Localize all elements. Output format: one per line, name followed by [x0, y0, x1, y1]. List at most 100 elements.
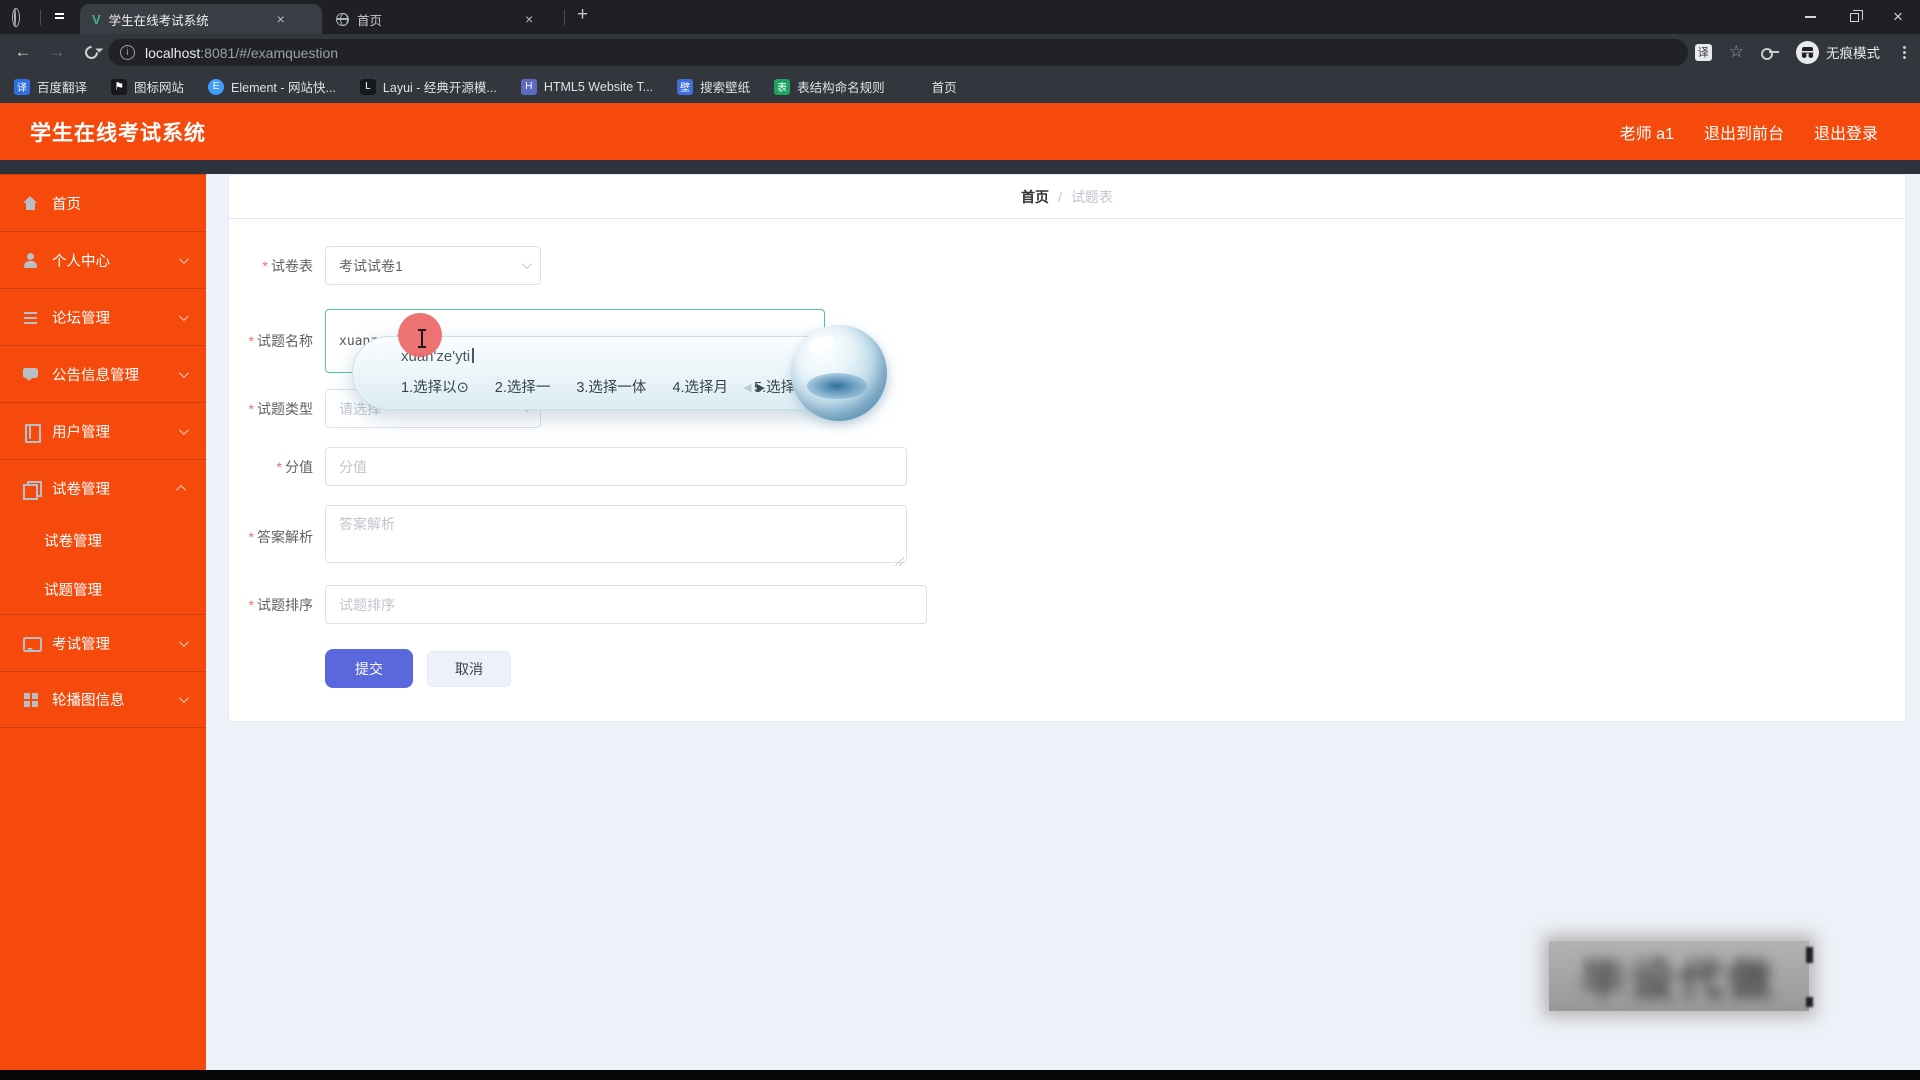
textarea-resize-grip[interactable]: [895, 557, 904, 566]
paper-select[interactable]: 考试试卷1: [325, 246, 541, 285]
bookmark-item[interactable]: 图标网站: [111, 77, 184, 96]
back-button[interactable]: [8, 34, 38, 70]
globe-favicon: [336, 12, 349, 26]
exit-to-front-link[interactable]: 退出到前台: [1704, 120, 1784, 144]
sidebar-item[interactable]: 个人中心: [0, 231, 206, 288]
select-chevron-icon: [521, 259, 532, 270]
bookmark-item[interactable]: 首页: [909, 77, 957, 96]
score-input[interactable]: [325, 447, 907, 486]
tab-divider: [40, 10, 41, 25]
tab-divider: [564, 10, 565, 25]
tab-exam-system[interactable]: V 学生在线考试系统: [80, 4, 322, 34]
pinned-tab-globe-icon[interactable]: [14, 8, 16, 27]
restore-icon: [1849, 9, 1863, 22]
sidebar-item-label: 首页: [52, 196, 81, 213]
ime-skin-sphere: [791, 325, 887, 421]
current-user-label: 老师 a1: [1619, 125, 1674, 143]
required-mark: *: [276, 458, 282, 475]
sidebar-item[interactable]: 试题管理: [0, 565, 206, 614]
site-info-icon[interactable]: [120, 45, 135, 60]
form-row-paper: * 试卷表 考试试卷1: [229, 246, 541, 285]
breadcrumb: 首页 / 试题表: [229, 175, 1905, 219]
sidebar-item[interactable]: 试卷管理: [0, 516, 206, 565]
form-card: 首页 / 试题表 *试卷表 考试试卷1 *试题名称 *试题类型 请选择 *分值: [228, 174, 1906, 722]
translate-icon[interactable]: [1694, 43, 1712, 61]
sidebar-item[interactable]: 考试管理: [0, 614, 206, 671]
bookmark-item[interactable]: 表结构命名规则: [774, 77, 885, 96]
sidebar-item-icon: [22, 480, 42, 500]
bookmark-favicon: [520, 78, 537, 95]
ime-candidate[interactable]: 2.选择一: [495, 376, 551, 397]
sidebar-menu: 首页 个人中心 论坛管理 公告信息管理 用户管理 试卷管理 试卷管理 试题管理 …: [0, 174, 206, 1070]
forward-icon: [49, 42, 66, 62]
app-header: 学生在线考试系统 老师 a1 退出到前台 退出登录: [0, 103, 1920, 160]
sidebar-item-label: 试卷管理: [44, 534, 102, 550]
incognito-badge: 无痕模式: [1796, 40, 1880, 64]
window-restore-button[interactable]: [1832, 0, 1876, 34]
sidebar-item[interactable]: 公告信息管理: [0, 345, 206, 402]
chevron-down-icon: [178, 693, 189, 704]
logout-link[interactable]: 退出登录: [1814, 120, 1878, 144]
bookmark-favicon: [677, 78, 694, 95]
sidebar-item-icon: [22, 195, 39, 212]
main-content: 首页 / 试题表 *试卷表 考试试卷1 *试题名称 *试题类型 请选择 *分值: [206, 174, 1920, 1070]
sidebar-item[interactable]: 论坛管理: [0, 288, 206, 345]
name-label: * 试题名称: [248, 333, 313, 349]
sidebar-item-icon: [22, 635, 42, 652]
blurred-watermark: 毕设代做: [1549, 941, 1809, 1011]
bookmark-label: 首页: [931, 81, 957, 95]
incognito-label: 无痕模式: [1826, 46, 1880, 61]
header-shadow-strip: [0, 160, 1920, 174]
ime-candidate[interactable]: 1.选择以⊙: [401, 376, 469, 397]
sidebar-item[interactable]: 首页: [0, 174, 206, 231]
reload-icon: [81, 42, 101, 62]
bookmark-item[interactable]: Layui - 经典开源模...: [359, 77, 497, 96]
order-input[interactable]: [325, 585, 927, 624]
incognito-icon: [1796, 40, 1819, 64]
sidebar-item[interactable]: 用户管理: [0, 402, 206, 459]
form-row-analysis: * 答案解析: [229, 505, 907, 568]
bookmark-favicon: [208, 78, 225, 95]
chevron-down-icon: [178, 310, 189, 321]
form-row-order: * 试题排序: [229, 585, 927, 624]
bookmark-item[interactable]: 百度翻译: [14, 77, 87, 96]
breadcrumb-home[interactable]: 首页: [1021, 187, 1049, 207]
bookmark-star-icon[interactable]: [1729, 42, 1744, 62]
bookmarks-bar: 百度翻译 图标网站 Element - 网站快... Layui - 经典开源模…: [0, 70, 1920, 103]
new-tab-button[interactable]: [577, 4, 588, 26]
close-icon: [1893, 7, 1903, 27]
page-prev-icon[interactable]: [743, 381, 751, 394]
url-text[interactable]: localhost:8081/#/examquestion: [145, 45, 338, 61]
sidebar-item-icon: [22, 423, 41, 443]
cancel-button[interactable]: 取消: [427, 650, 511, 687]
sidebar-item-label: 论坛管理: [52, 310, 110, 327]
ime-candidate[interactable]: 4.选择月: [672, 376, 728, 397]
submit-button[interactable]: 提交: [325, 649, 413, 688]
page-next-icon[interactable]: [757, 381, 765, 394]
address-bar[interactable]: localhost:8081/#/examquestion: [108, 39, 1688, 66]
password-key-icon[interactable]: [1761, 47, 1779, 60]
bookmark-item[interactable]: Element - 网站快...: [208, 77, 336, 96]
tab-close-icon[interactable]: [277, 12, 285, 26]
bookmark-favicon: [111, 78, 128, 95]
bookmark-favicon: [909, 79, 925, 95]
sidebar-item[interactable]: 轮播图信息: [0, 671, 206, 728]
bookmark-item[interactable]: 搜索壁纸: [677, 77, 750, 96]
chevron-down-icon: [178, 253, 189, 264]
window-close-button[interactable]: [1876, 0, 1920, 34]
sidebar-item[interactable]: 试卷管理: [0, 459, 206, 516]
window-minimize-button[interactable]: [1788, 0, 1832, 34]
bookmark-item[interactable]: HTML5 Website T...: [520, 78, 653, 95]
ime-candidate[interactable]: 3.选择一体: [576, 376, 646, 397]
tab-home[interactable]: 首页: [324, 4, 562, 34]
forward-button[interactable]: [42, 34, 72, 70]
bookmark-label: 百度翻译: [37, 81, 88, 95]
back-icon: [15, 42, 32, 62]
paper-label: * 试卷表: [262, 257, 313, 274]
browser-menu-icon[interactable]: [1903, 50, 1906, 54]
score-label: * 分值: [276, 458, 313, 475]
tab-close-icon[interactable]: [525, 12, 533, 26]
analysis-label: * 答案解析: [248, 528, 313, 545]
analysis-textarea[interactable]: [325, 505, 907, 563]
reload-button[interactable]: [76, 34, 106, 70]
